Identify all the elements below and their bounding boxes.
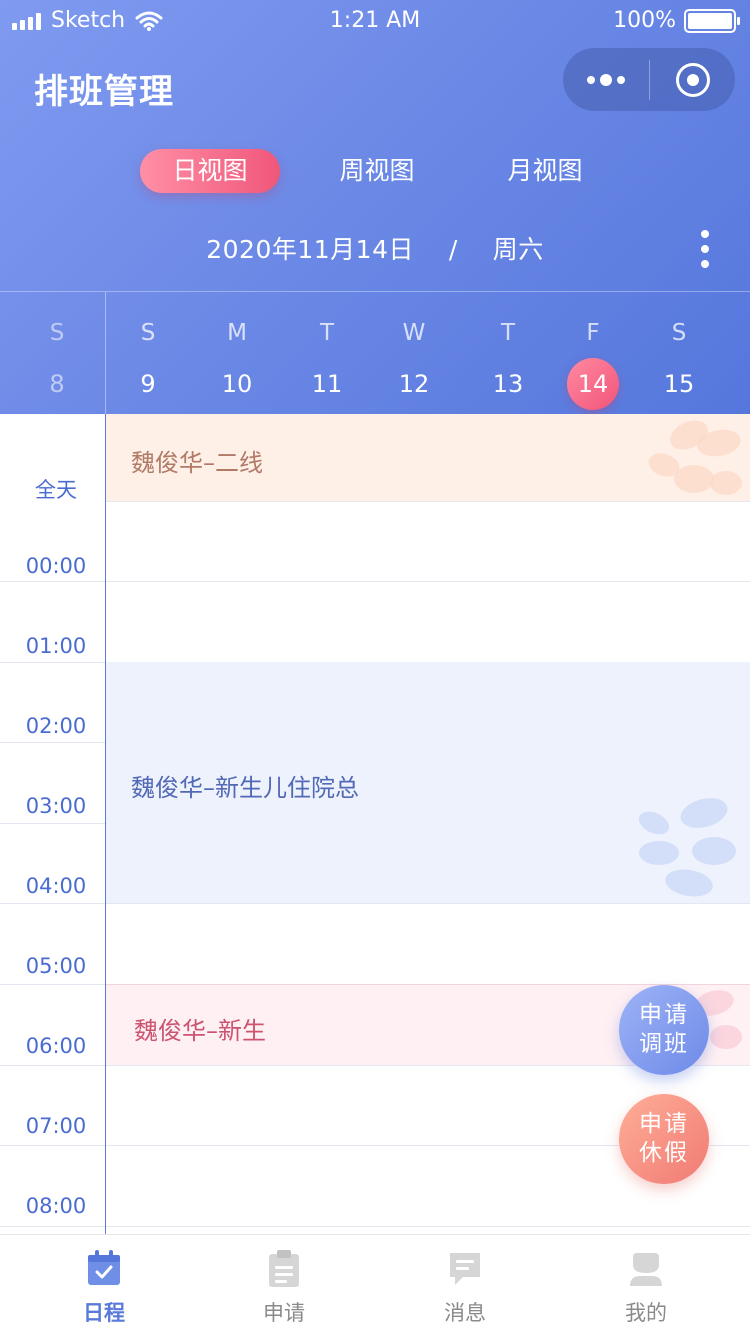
row-divider [0,823,106,824]
day-item[interactable]: T 11 [297,292,357,415]
tab-day-view[interactable]: 日视图 [140,149,280,193]
tab-week-view[interactable]: 周视图 [307,149,447,193]
day-letter: T [319,320,335,346]
event-card[interactable]: 魏俊华–新生儿住院总 [106,662,750,903]
day-number: 12 [398,370,430,398]
date-separator: / [448,235,458,264]
day-number: 15 [663,370,695,398]
row-divider [0,903,750,904]
fab-label-line1: 申请 [639,1002,689,1028]
day-prev-week[interactable]: S 8 [27,292,87,415]
day-number: 9 [140,370,156,398]
tab-label: 日程 [83,1301,125,1325]
flower-decoration-icon [638,798,736,897]
day-item[interactable]: S 9 [118,292,178,415]
row-divider [106,501,750,502]
more-vertical-icon[interactable] [700,230,710,268]
day-letter: S [49,320,65,346]
more-options-button[interactable] [563,48,649,111]
day-number: 13 [492,370,524,398]
fab-label-line2: 休假 [639,1140,689,1166]
day-number: 14 [567,358,619,410]
day-item-selected[interactable]: F 14 [563,292,623,415]
hour-label: 08:00 [25,1194,87,1218]
fab-label-line1: 申请 [639,1111,689,1137]
status-bar: Sketch 1:21 AM 100% [0,0,750,40]
hour-label: 07:00 [25,1114,87,1138]
day-letter: S [671,320,687,346]
close-miniprogram-button[interactable] [650,48,735,111]
battery-percent: 100% [613,8,676,33]
day-letter: M [227,320,247,346]
page-title: 排班管理 [34,72,174,112]
tab-schedule[interactable]: 日程 [34,1235,174,1334]
day-item[interactable]: M 10 [207,292,267,415]
calendar-check-icon [88,1250,120,1285]
view-tabs: 日视图 周视图 月视图 [0,149,750,193]
hour-label: 06:00 [25,1034,87,1058]
clipboard-icon [269,1250,299,1287]
week-strip: S 8 S 9 M 10 T 11 W 12 T 13 F 14 S 15 [0,291,750,415]
apply-leave-button[interactable]: 申请 休假 [619,1094,709,1184]
day-number: 10 [221,370,253,398]
tab-label: 消息 [444,1301,486,1325]
row-divider [0,742,106,743]
message-icon [450,1253,480,1285]
all-day-label: 全天 [35,478,77,502]
day-item[interactable]: W 12 [384,292,444,415]
tab-messages[interactable]: 消息 [395,1235,535,1334]
day-item[interactable]: T 13 [478,292,538,415]
day-letter: S [140,320,156,346]
weekday-text: 周六 [492,235,544,264]
date-header[interactable]: 2020年11月14日 / 周六 [0,230,750,266]
event-title: 魏俊华–新生儿住院总 [131,774,359,802]
week-divider [105,292,106,415]
day-number: 8 [49,370,65,398]
bottom-tab-bar: 日程 申请 消息 我的 [0,1234,750,1334]
tab-label: 我的 [625,1301,667,1325]
date-text: 2020年11月14日 [206,235,414,264]
day-item[interactable]: S 15 [649,292,709,415]
hour-label: 02:00 [25,714,87,738]
row-divider [0,581,750,582]
target-icon [675,62,710,97]
event-title: 魏俊华–二线 [131,449,263,477]
event-card[interactable]: 魏俊华–二线 [106,414,750,501]
tab-profile[interactable]: 我的 [576,1235,716,1334]
battery-icon [684,8,740,33]
hour-label: 04:00 [25,874,87,898]
header: Sketch 1:21 AM 100% 排班管理 日视图 周视图 月视图 202… [0,0,750,415]
tab-month-view[interactable]: 月视图 [475,149,615,193]
day-number: 11 [311,370,343,398]
day-letter: W [402,320,426,346]
time-axis-line [105,414,106,1234]
hour-label: 05:00 [25,954,87,978]
tab-label: 申请 [263,1301,305,1325]
user-icon [630,1253,662,1286]
fab-label-line2: 调班 [639,1031,689,1057]
tab-apply[interactable]: 申请 [214,1235,354,1334]
miniprogram-capsule [563,48,735,111]
hour-label: 01:00 [25,634,87,658]
hour-label: 03:00 [25,794,87,818]
day-letter: F [586,320,600,346]
apply-shift-swap-button[interactable]: 申请 调班 [619,985,709,1075]
row-divider [0,1226,750,1227]
event-title: 魏俊华–新生 [134,1017,266,1045]
hour-label: 00:00 [25,554,87,578]
flower-decoration-icon [648,420,742,495]
day-letter: T [500,320,516,346]
